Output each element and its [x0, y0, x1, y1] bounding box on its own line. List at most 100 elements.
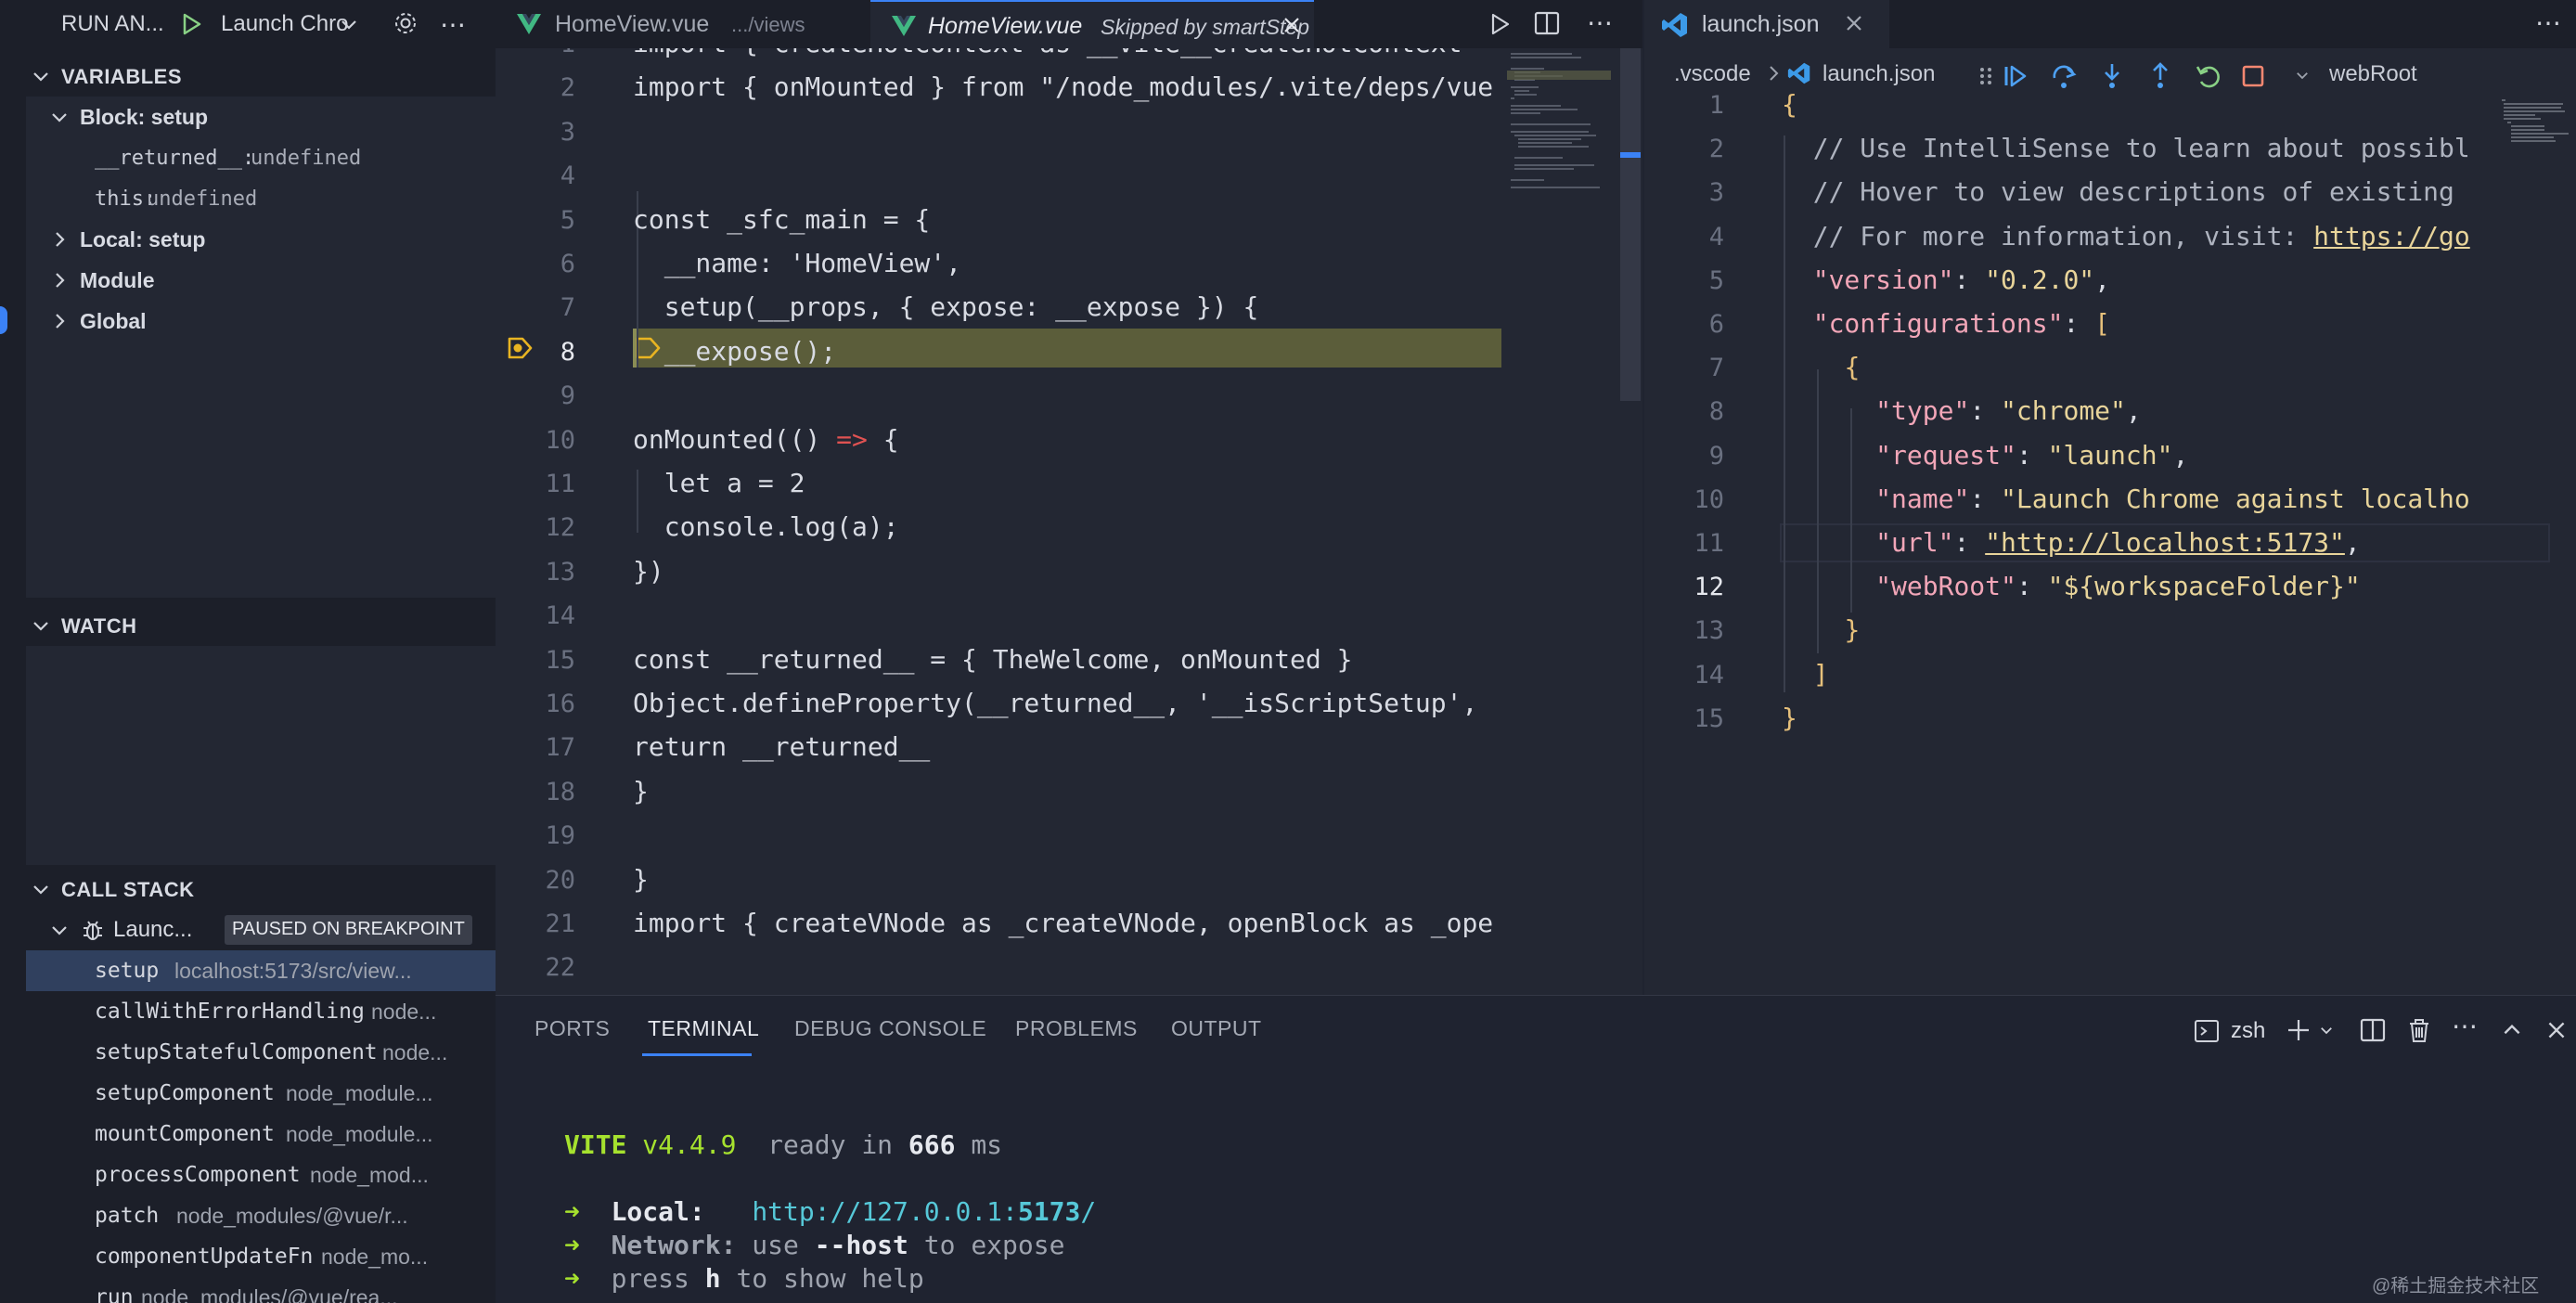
- editor2-line-number[interactable]: 6: [1644, 310, 1724, 339]
- stack-frame-row[interactable]: setupComponent node_module...: [26, 1073, 496, 1114]
- editor2-code-line[interactable]: }: [1782, 614, 1860, 645]
- continue-icon[interactable]: [2001, 61, 2030, 91]
- editor1-code-line[interactable]: __name: 'HomeView',: [633, 248, 961, 278]
- run-file-icon[interactable]: [1487, 11, 1513, 37]
- breadcrumb-symbol[interactable]: webRoot: [2329, 61, 2417, 87]
- editor2-code-line[interactable]: "request": "launch",: [1782, 440, 2188, 471]
- editor2-code-line[interactable]: // For more information, visit: https://…: [1782, 221, 2470, 252]
- editor1-code-line[interactable]: import { createHotContext as __vite__cre…: [633, 48, 1462, 58]
- editor2-code-line[interactable]: "type": "chrome",: [1782, 395, 2142, 426]
- scope-block-setup[interactable]: Block: setup: [26, 97, 496, 137]
- editor1-code-line[interactable]: }: [633, 776, 649, 806]
- stack-frame-row[interactable]: run node_modules/@vue/rea...: [26, 1277, 496, 1303]
- editor2-code-line[interactable]: // Use IntelliSense to learn about possi…: [1782, 133, 2470, 163]
- editor2-line-number[interactable]: 12: [1644, 573, 1724, 601]
- play-icon[interactable]: [178, 11, 204, 37]
- editor1-line-number[interactable]: 10: [496, 426, 575, 455]
- code-editor-homeview[interactable]: 1 import { createHotContext as __vite__cr…: [496, 48, 1642, 995]
- chevron-down-icon[interactable]: [338, 13, 360, 35]
- editor2-code-line[interactable]: }: [1782, 703, 1797, 733]
- more-icon[interactable]: ⋯: [2452, 1011, 2478, 1041]
- editor2-line-number[interactable]: 2: [1644, 135, 1724, 163]
- stack-frame-row[interactable]: callWithErrorHandling node...: [26, 991, 496, 1032]
- vertical-scrollbar[interactable]: [1620, 48, 1641, 401]
- step-into-icon[interactable]: [2097, 61, 2127, 91]
- editor1-line-number[interactable]: 16: [496, 690, 575, 718]
- editor1-line-number[interactable]: 5: [496, 206, 575, 235]
- step-out-icon[interactable]: [2145, 61, 2175, 91]
- scope-module[interactable]: Module: [26, 260, 496, 301]
- editor2-code-line[interactable]: // Hover to view descriptions of existin…: [1782, 176, 2454, 207]
- more-icon[interactable]: ⋯: [2535, 7, 2561, 38]
- tab-terminal[interactable]: TERMINAL: [648, 1016, 759, 1041]
- editor1-line-number[interactable]: 22: [496, 953, 575, 982]
- variables-section-header[interactable]: VARIABLES: [0, 56, 496, 97]
- split-terminal-icon[interactable]: [2359, 1016, 2387, 1044]
- editor2-line-number[interactable]: 7: [1644, 354, 1724, 382]
- editor2-line-number[interactable]: 8: [1644, 397, 1724, 426]
- editor1-code-line[interactable]: setup(__props, { expose: __expose }) {: [633, 291, 1259, 322]
- launch-config-select[interactable]: Launch Chro: [221, 11, 348, 37]
- editor1-line-number[interactable]: 21: [496, 910, 575, 938]
- tab-problems[interactable]: PROBLEMS: [1015, 1016, 1138, 1041]
- editor1-code-line[interactable]: let a = 2: [633, 468, 805, 498]
- editor1-line-number[interactable]: 1: [496, 48, 575, 58]
- editor1-code-line[interactable]: const _sfc_main = {: [633, 204, 930, 235]
- stack-frame-row[interactable]: componentUpdateFn node_mo...: [26, 1236, 496, 1277]
- editor1-code-line[interactable]: const __returned__ = { TheWelcome, onMou…: [633, 644, 1352, 675]
- editor1-line-number[interactable]: 17: [496, 733, 575, 762]
- editor1-line-number[interactable]: 9: [496, 381, 575, 410]
- editor2-line-number[interactable]: 15: [1644, 704, 1724, 733]
- watch-section-header[interactable]: WATCH: [0, 605, 496, 646]
- stack-frame-row[interactable]: setup localhost:5173/src/view...: [26, 950, 496, 991]
- split-editor-icon[interactable]: [1533, 9, 1561, 37]
- tab-ports[interactable]: PORTS: [535, 1016, 610, 1041]
- more-icon[interactable]: ⋯: [1587, 7, 1613, 38]
- editor2-line-number[interactable]: 4: [1644, 223, 1724, 252]
- stack-frame-row[interactable]: processComponent node_mod...: [26, 1155, 496, 1195]
- shell-name[interactable]: zsh: [2231, 1018, 2265, 1044]
- close-icon[interactable]: [2544, 1018, 2569, 1042]
- editor1-line-number[interactable]: 14: [496, 601, 575, 630]
- editor1-code-line[interactable]: import { onMounted } from "/node_modules…: [633, 71, 1493, 102]
- scope-global[interactable]: Global: [26, 301, 496, 342]
- stack-frame-row[interactable]: patch node_modules/@vue/r...: [26, 1195, 496, 1236]
- chevron-up-icon[interactable]: [2500, 1018, 2524, 1042]
- editor2-line-number[interactable]: 5: [1644, 266, 1724, 295]
- editor2-code-line[interactable]: ]: [1782, 659, 1829, 690]
- call-stack-section-header[interactable]: CALL STACK: [0, 869, 496, 910]
- editor1-line-number[interactable]: 15: [496, 646, 575, 675]
- editor1-code-line[interactable]: }): [633, 556, 664, 587]
- close-icon[interactable]: [1843, 12, 1865, 34]
- editor2-code-line[interactable]: {: [1782, 89, 1797, 120]
- more-icon[interactable]: ⋯: [440, 9, 466, 40]
- editor1-line-number[interactable]: 12: [496, 513, 575, 542]
- minimap[interactable]: [2498, 97, 2576, 152]
- editor1-line-number[interactable]: 2: [496, 73, 575, 102]
- editor2-line-number[interactable]: 13: [1644, 616, 1724, 645]
- restart-icon[interactable]: [2194, 61, 2223, 91]
- editor2-line-number[interactable]: 11: [1644, 529, 1724, 558]
- chevron-down-icon[interactable]: [2294, 67, 2311, 84]
- variable-row[interactable]: this: undefined: [26, 178, 496, 219]
- breadcrumb-file[interactable]: launch.json: [1823, 61, 1935, 87]
- editor2-line-number[interactable]: 9: [1644, 442, 1724, 471]
- local-url[interactable]: http://127.0.0.1:5173/: [752, 1196, 1096, 1227]
- editor2-line-number[interactable]: 1: [1644, 91, 1724, 120]
- editor1-code-line[interactable]: onMounted(() => {: [633, 424, 899, 455]
- step-over-icon[interactable]: [2049, 61, 2079, 91]
- code-editor-launch-json[interactable]: .vscode launch.json webRoot 1 {2 // Use I…: [1644, 48, 2576, 995]
- stack-frame-row[interactable]: mountComponent node_module...: [26, 1114, 496, 1155]
- editor2-code-line[interactable]: "webRoot": "${workspaceFolder}": [1782, 571, 2361, 601]
- editor1-line-number[interactable]: 11: [496, 470, 575, 498]
- stop-icon[interactable]: [2240, 63, 2266, 89]
- editor1-line-number[interactable]: 18: [496, 778, 575, 806]
- editor1-code-line[interactable]: __expose();: [633, 336, 836, 367]
- tab-debug-console[interactable]: DEBUG CONSOLE: [794, 1016, 986, 1041]
- stack-frame-row[interactable]: setupStatefulComponent node...: [26, 1032, 496, 1073]
- editor1-line-number[interactable]: 3: [496, 118, 575, 147]
- debug-session-row[interactable]: Launc... PAUSED ON BREAKPOINT: [26, 910, 496, 950]
- tab-launch-json[interactable]: launch.json: [1644, 0, 1889, 48]
- editor1-code-line[interactable]: }: [633, 864, 649, 895]
- editor2-code-line[interactable]: "name": "Launch Chrome against localho: [1782, 484, 2470, 514]
